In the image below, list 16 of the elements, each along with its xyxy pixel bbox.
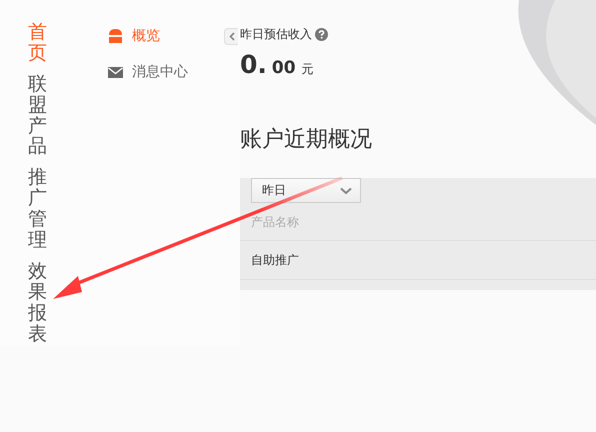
main-nav-item[interactable]: 推广管理 — [28, 167, 47, 251]
envelope-icon — [108, 66, 123, 78]
income-amount: 0. 00 元 — [240, 50, 314, 79]
overview-icon — [108, 29, 123, 43]
main-nav-item[interactable]: 效果报表 — [28, 260, 47, 344]
help-icon[interactable] — [315, 28, 328, 41]
income-label: 昨日预估收入 — [240, 26, 312, 43]
date-dropdown[interactable]: 昨日 — [251, 178, 361, 203]
table-cell: 自助推广 — [251, 252, 299, 269]
chevron-left-icon — [228, 32, 234, 41]
main-nav-item[interactable]: 联盟产品 — [28, 74, 47, 158]
sub-nav-item[interactable]: 消息中心 — [108, 63, 188, 81]
section-title: 账户近期概况 — [240, 126, 372, 154]
chevron-down-icon — [340, 186, 352, 194]
collapse-button[interactable] — [224, 28, 238, 45]
column-header: 产品名称 — [251, 214, 299, 231]
